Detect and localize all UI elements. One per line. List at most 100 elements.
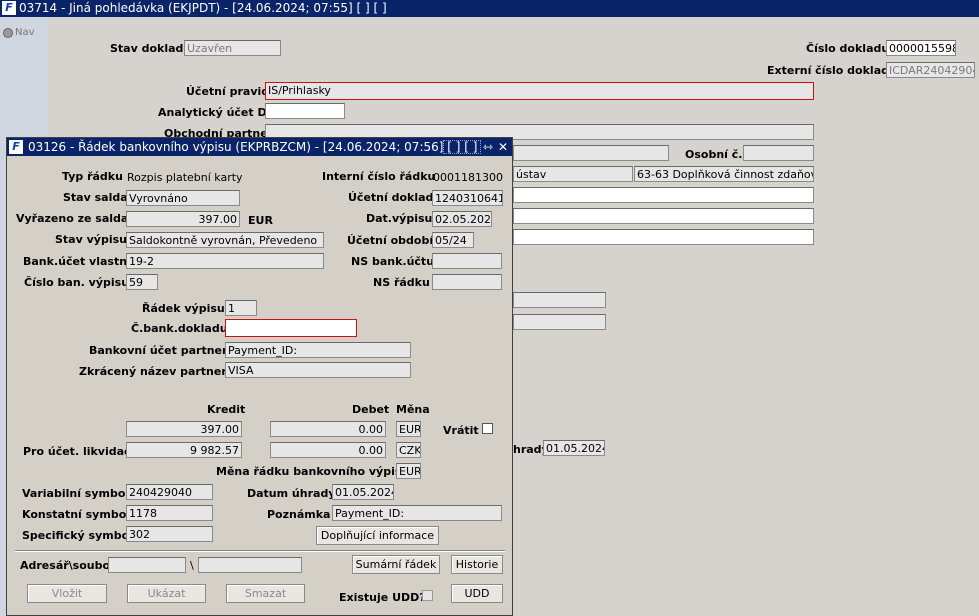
ukazat-button[interactable]: Ukázat	[127, 584, 206, 603]
stav-vypisu-label: Stav výpisu	[55, 233, 127, 246]
variabilni-field[interactable]: 240429040	[126, 484, 213, 500]
interni-cislo-value: 0001181300	[433, 171, 503, 184]
c-bank-dokladu-label: Č.bank.dokladu	[131, 322, 228, 335]
main-datum-uhrady-field[interactable]: 01.05.2024	[543, 440, 605, 456]
main-window-title: 03714 - Jiná pohledávka (EKJPDT) - [24.0…	[19, 1, 387, 15]
main-title-bar: F 03714 - Jiná pohledávka (EKJPDT) - [24…	[0, 0, 979, 17]
stav-vypisu-field[interactable]: Saldokontně vyrovnán, Převedeno	[126, 232, 324, 248]
ucetni-doklad-label: Účetní doklad	[348, 191, 434, 204]
specificky-label: Specifický symbol	[22, 529, 133, 542]
zkraceny-nazev-field[interactable]: VISA	[225, 362, 411, 378]
datum-uhrady-field[interactable]: 01.05.2024	[332, 484, 394, 500]
existuje-udd-checkbox[interactable]	[422, 590, 433, 601]
ns-radku-label: NS řádku	[373, 276, 430, 289]
main-field-5[interactable]	[513, 314, 606, 330]
bank-ucet-label: Bank.účet vlastní	[23, 255, 131, 268]
dialog-logo-icon: F	[9, 140, 23, 154]
externi-cislo-label: Externí číslo dokladu	[767, 64, 897, 77]
doplnujici-informace-button[interactable]: Doplňující informace	[316, 526, 439, 545]
minimize-icon[interactable]: ⇿	[483, 138, 493, 156]
externi-cislo-field[interactable]: ICDAR240429040	[886, 62, 975, 78]
main-field-3[interactable]	[513, 229, 814, 245]
ns-bank-label: NS bank.účtu	[351, 255, 435, 268]
partner-extra-field[interactable]	[513, 145, 669, 161]
adresar-field[interactable]	[108, 557, 186, 573]
stav-salda-field[interactable]: Vyrovnáno	[126, 190, 240, 206]
poznamka-label: Poznámka	[267, 508, 331, 521]
bankovni-ucet-partnera-field[interactable]: Payment_ID:	[225, 342, 411, 358]
kredit-field[interactable]: 397.00	[126, 421, 242, 437]
stav-dokladu-field[interactable]: Uzavřen	[184, 40, 281, 56]
debet-field[interactable]: 0.00	[270, 421, 386, 437]
pro-ucet-debet-field[interactable]: 0.00	[270, 442, 386, 458]
cislo-ban-label: Číslo ban. výpisu	[24, 276, 130, 289]
osobni-c-label: Osobní č.	[685, 148, 743, 161]
pro-ucet-label: Pro účet. likvidaci	[23, 445, 135, 458]
mena-radku-label: Měna řádku bankovního výpisu	[216, 465, 410, 478]
main-field-2[interactable]	[513, 208, 814, 224]
specificky-field[interactable]: 302	[126, 526, 213, 542]
mena-header: Měna	[396, 403, 430, 416]
mena-radku-field[interactable]: EUR	[396, 463, 421, 479]
existuje-udd-label: Existuje UDD?	[339, 591, 426, 604]
main-field-4[interactable]	[513, 292, 606, 308]
ucetni-pravidlo-field[interactable]: IS/Prihlasky	[265, 82, 814, 100]
dat-vypisu-field[interactable]: 02.05.2024	[432, 211, 492, 227]
radek-vypisu-label: Řádek výpisu	[142, 302, 225, 315]
ucetni-obdobi-label: Účetní období	[347, 234, 434, 247]
ns-radku-field[interactable]	[432, 274, 502, 290]
separator	[15, 550, 505, 552]
ustav-field[interactable]: ústav	[513, 166, 633, 182]
typ-radku-label: Typ řádku	[62, 170, 123, 183]
interni-cislo-label: Interní číslo řádku	[322, 170, 436, 183]
stav-dokladu-label: Stav dokladu	[110, 42, 192, 55]
adresar-label: Adresář\soubor	[20, 559, 116, 572]
pro-ucet-mena-field[interactable]: CZK	[396, 442, 421, 458]
zkraceny-nazev-label: Zkrácený název partnera	[79, 365, 235, 378]
drag-handle-icon[interactable]	[443, 140, 481, 154]
c-bank-dokladu-field[interactable]	[225, 319, 357, 337]
vratit-checkbox[interactable]	[482, 423, 493, 434]
radek-vypisu-field[interactable]: 1	[225, 300, 257, 316]
dat-vypisu-label: Dat.výpisu	[366, 212, 433, 225]
vyrazeno-field[interactable]: 397.00	[126, 211, 240, 227]
nav-label: Nav	[15, 27, 35, 38]
analyticky-ucet-field[interactable]	[265, 103, 345, 119]
cislo-dokladu-field[interactable]: 0000015598	[886, 40, 956, 56]
mena-field[interactable]: EUR	[396, 421, 421, 437]
soubor-field[interactable]	[198, 557, 302, 573]
typ-radku-value: Rozpis platební karty	[127, 171, 243, 184]
cislo-ban-field[interactable]: 59	[126, 274, 158, 290]
bank-statement-line-dialog: F 03126 - Řádek bankovního výpisu (EKPRB…	[6, 137, 513, 616]
konstantni-label: Konstatní symbol	[22, 508, 131, 521]
vratit-label: Vrátit	[443, 424, 479, 437]
stav-salda-label: Stav salda	[63, 191, 128, 204]
main-field-1[interactable]	[513, 187, 814, 203]
debet-header: Debet	[352, 403, 390, 416]
cislo-dokladu-label: Číslo dokladu	[806, 42, 890, 55]
bank-ucet-field[interactable]: 19-2	[126, 253, 324, 269]
smazat-button[interactable]: Smazat	[226, 584, 305, 603]
poznamka-field[interactable]: Payment_ID:	[332, 505, 502, 521]
dialog-title-bar[interactable]: F 03126 - Řádek bankovního výpisu (EKPRB…	[7, 138, 512, 156]
pro-ucet-kredit-field[interactable]: 9 982.57	[126, 442, 242, 458]
app-logo-icon: F	[2, 1, 16, 15]
datum-uhrady-label: Datum úhrady	[247, 487, 336, 500]
ucetni-obdobi-field[interactable]: 05/24	[432, 232, 474, 248]
kredit-header: Kredit	[207, 403, 246, 416]
vlozit-button[interactable]: Vložit	[27, 584, 107, 603]
path-separator: \	[190, 559, 194, 572]
vyrazeno-currency: EUR	[248, 214, 273, 227]
osobni-c-field[interactable]	[743, 145, 814, 161]
bankovni-ucet-partnera-label: Bankovní účet partnera	[89, 344, 235, 357]
konstantni-field[interactable]: 1178	[126, 505, 213, 521]
close-icon[interactable]: ✕	[498, 138, 508, 156]
historie-button[interactable]: Historie	[451, 555, 503, 574]
sumarni-radek-button[interactable]: Sumární řádek	[352, 555, 440, 574]
analyticky-ucet-label: Analytický účet Dal	[158, 106, 278, 119]
ucetni-doklad-field[interactable]: 1240310641	[432, 190, 503, 206]
ns-bank-field[interactable]	[432, 253, 502, 269]
cinnost-field[interactable]: 63-63 Doplňková činnost zdaňovaná	[634, 166, 814, 182]
udd-button[interactable]: UDD	[451, 584, 503, 603]
nav-radio-icon[interactable]	[3, 28, 13, 38]
